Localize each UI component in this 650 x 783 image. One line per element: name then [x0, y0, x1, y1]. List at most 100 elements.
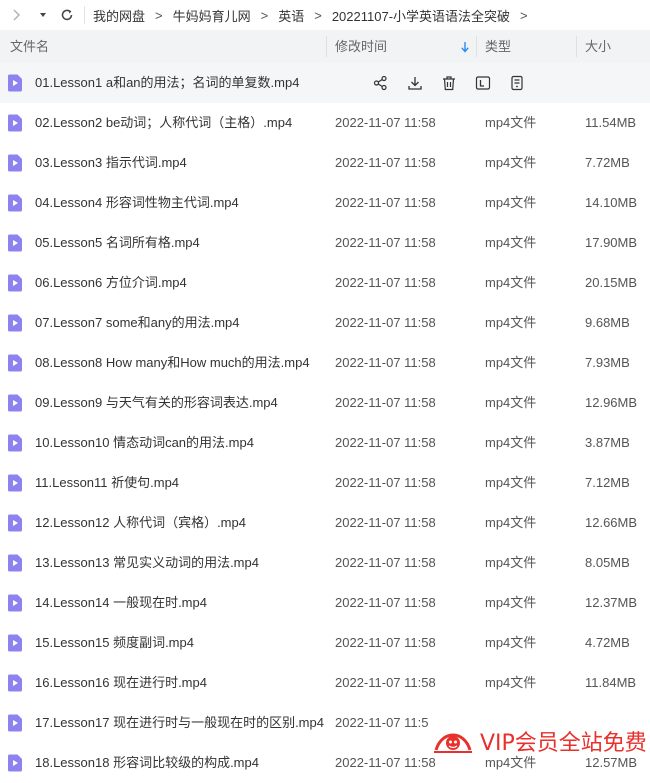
- file-size: 7.93MB: [585, 355, 630, 370]
- file-row[interactable]: 18.Lesson18 形容词比较级的构成.mp4 2022-11-07 11:5…: [0, 743, 650, 783]
- file-row[interactable]: 09.Lesson9 与天气有关的形容词表达.mp4 2022-11-07 11:…: [0, 383, 650, 423]
- column-header-size[interactable]: 大小: [585, 30, 611, 63]
- trash-icon: [443, 76, 455, 91]
- share-button[interactable]: [364, 73, 398, 93]
- file-row[interactable]: 17.Lesson17 现在进行时与一般现在时的区别.mp4 2022-11-07…: [0, 703, 650, 743]
- file-type: mp4文件: [485, 555, 537, 570]
- file-name[interactable]: 18.Lesson18 形容词比较级的构成.mp4: [35, 743, 259, 783]
- modified-time: 2022-11-07 11:58: [335, 555, 436, 570]
- modified-time: 2022-11-07 11:58: [335, 155, 436, 170]
- file-type: mp4文件: [485, 315, 537, 330]
- file-name[interactable]: 03.Lesson3 指示代词.mp4: [35, 143, 187, 183]
- history-dropdown-button[interactable]: [32, 0, 54, 30]
- video-file-icon: [8, 434, 22, 452]
- modified-time: 2022-11-07 11:58: [335, 395, 436, 410]
- breadcrumb-item-subfolder[interactable]: 英语: [278, 6, 304, 25]
- video-file-icon: [8, 354, 22, 372]
- file-name[interactable]: 02.Lesson2 be动词；人称代词（主格）.mp4: [35, 103, 292, 143]
- file-row[interactable]: 02.Lesson2 be动词；人称代词（主格）.mp4 2022-11-07 1…: [0, 103, 650, 143]
- modified-time: 2022-11-07 11:58: [335, 195, 436, 210]
- file-size: 12.66MB: [585, 515, 638, 530]
- modified-time: 2022-11-07 11:5: [335, 715, 429, 730]
- file-name[interactable]: 13.Lesson13 常见实义动词的用法.mp4: [35, 543, 259, 583]
- file-name[interactable]: 06.Lesson6 方位介词.mp4: [35, 263, 187, 303]
- column-header-time[interactable]: 修改时间: [335, 30, 387, 63]
- file-size: 14.10MB: [585, 195, 638, 210]
- file-row[interactable]: 08.Lesson8 How many和How much的用法.mp4 2022-…: [0, 343, 650, 383]
- file-list-header: 文件名 修改时间 类型 大小: [0, 30, 650, 63]
- file-name[interactable]: 07.Lesson7 some和any的用法.mp4: [35, 303, 239, 343]
- file-row[interactable]: 05.Lesson5 名词所有格.mp4 2022-11-07 11:58 mp4文…: [0, 223, 650, 263]
- file-type: mp4文件: [485, 675, 537, 690]
- file-name[interactable]: 11.Lesson11 祈使句.mp4: [35, 463, 179, 503]
- modified-time: 2022-11-07 11:58: [335, 595, 436, 610]
- file-row[interactable]: 14.Lesson14 一般现在时.mp4 2022-11-07 11:58 mp4…: [0, 583, 650, 623]
- file-size: 20.15MB: [585, 275, 638, 290]
- file-name[interactable]: 14.Lesson14 一般现在时.mp4: [35, 583, 207, 623]
- breadcrumb-separator: >: [155, 7, 163, 23]
- file-row[interactable]: 12.Lesson12 人称代词（宾格）.mp4 2022-11-07 11:58…: [0, 503, 650, 543]
- file-type: mp4文件: [485, 475, 537, 490]
- breadcrumb-separator: >: [314, 7, 322, 23]
- breadcrumb-item-root[interactable]: 我的网盘: [93, 6, 145, 25]
- document-info-icon: [511, 75, 523, 91]
- file-row[interactable]: 16.Lesson16 现在进行时.mp4 2022-11-07 11:58 mp4…: [0, 663, 650, 703]
- column-header-name[interactable]: 文件名: [10, 30, 49, 63]
- file-name[interactable]: 10.Lesson10 情态动词can的用法.mp4: [35, 423, 254, 463]
- file-size: 17.90MB: [585, 235, 638, 250]
- video-file-icon: [8, 114, 22, 132]
- modified-time: 2022-11-07 11:58: [335, 235, 436, 250]
- refresh-button[interactable]: [54, 0, 80, 30]
- rename-icon: [475, 76, 491, 90]
- delete-button[interactable]: [432, 73, 466, 93]
- column-header-type[interactable]: 类型: [485, 30, 511, 63]
- video-file-icon: [8, 514, 22, 532]
- column-divider[interactable]: [576, 36, 577, 57]
- video-file-icon: [8, 634, 22, 652]
- column-divider[interactable]: [326, 36, 327, 57]
- file-size: 4.72MB: [585, 635, 630, 650]
- file-row[interactable]: 10.Lesson10 情态动词can的用法.mp4 2022-11-07 11:…: [0, 423, 650, 463]
- video-file-icon: [8, 154, 22, 172]
- rename-button[interactable]: [466, 73, 500, 93]
- file-row[interactable]: 07.Lesson7 some和any的用法.mp4 2022-11-07 11:…: [0, 303, 650, 343]
- video-file-icon: [8, 394, 22, 412]
- file-name[interactable]: 17.Lesson17 现在进行时与一般现在时的区别.mp4: [35, 703, 324, 743]
- modified-time: 2022-11-07 11:58: [335, 435, 436, 450]
- breadcrumb-bar: 我的网盘 > 牛妈妈育儿网 > 英语 > 20221107-小学英语语法全突破 …: [0, 0, 650, 30]
- video-file-icon: [8, 714, 22, 732]
- video-file-icon: [8, 234, 22, 252]
- file-type: mp4文件: [485, 275, 537, 290]
- file-row[interactable]: 06.Lesson6 方位介词.mp4 2022-11-07 11:58 mp4文件…: [0, 263, 650, 303]
- breadcrumb-item-current[interactable]: 20221107-小学英语语法全突破: [332, 6, 510, 25]
- file-type: mp4文件: [485, 155, 537, 170]
- file-type: mp4文件: [485, 515, 537, 530]
- file-row[interactable]: 04.Lesson4 形容词性物主代词.mp4 2022-11-07 11:58 m…: [0, 183, 650, 223]
- more-info-button[interactable]: [500, 73, 534, 93]
- video-file-icon: [8, 74, 22, 92]
- file-row[interactable]: 13.Lesson13 常见实义动词的用法.mp4 2022-11-07 11:5…: [0, 543, 650, 583]
- back-button[interactable]: [0, 0, 32, 30]
- video-file-icon: [8, 594, 22, 612]
- file-name[interactable]: 05.Lesson5 名词所有格.mp4: [35, 223, 200, 263]
- column-divider[interactable]: [476, 36, 477, 57]
- file-row[interactable]: 15.Lesson15 频度副词.mp4 2022-11-07 11:58 mp4文…: [0, 623, 650, 663]
- file-name[interactable]: 16.Lesson16 现在进行时.mp4: [35, 663, 207, 703]
- file-name[interactable]: 12.Lesson12 人称代词（宾格）.mp4: [35, 503, 246, 543]
- file-row[interactable]: 01.Lesson1 a和an的用法；名词的单复数.mp4: [0, 63, 650, 103]
- breadcrumb-item-folder[interactable]: 牛妈妈育儿网: [173, 6, 251, 25]
- file-size: 8.05MB: [585, 555, 630, 570]
- file-size: 12.96MB: [585, 395, 638, 410]
- sort-arrow-down-icon[interactable]: [460, 41, 470, 53]
- file-size: 12.57MB: [585, 755, 638, 770]
- file-row[interactable]: 11.Lesson11 祈使句.mp4 2022-11-07 11:58 mp4文件…: [0, 463, 650, 503]
- video-file-icon: [8, 194, 22, 212]
- file-name[interactable]: 01.Lesson1 a和an的用法；名词的单复数.mp4: [35, 63, 299, 103]
- file-name[interactable]: 09.Lesson9 与天气有关的形容词表达.mp4: [35, 383, 278, 423]
- download-button[interactable]: [398, 73, 432, 93]
- file-row[interactable]: 03.Lesson3 指示代词.mp4 2022-11-07 11:58 mp4文件…: [0, 143, 650, 183]
- file-name[interactable]: 08.Lesson8 How many和How much的用法.mp4: [35, 343, 310, 383]
- file-size: 9.68MB: [585, 315, 630, 330]
- file-name[interactable]: 15.Lesson15 频度副词.mp4: [35, 623, 194, 663]
- file-name[interactable]: 04.Lesson4 形容词性物主代词.mp4: [35, 183, 239, 223]
